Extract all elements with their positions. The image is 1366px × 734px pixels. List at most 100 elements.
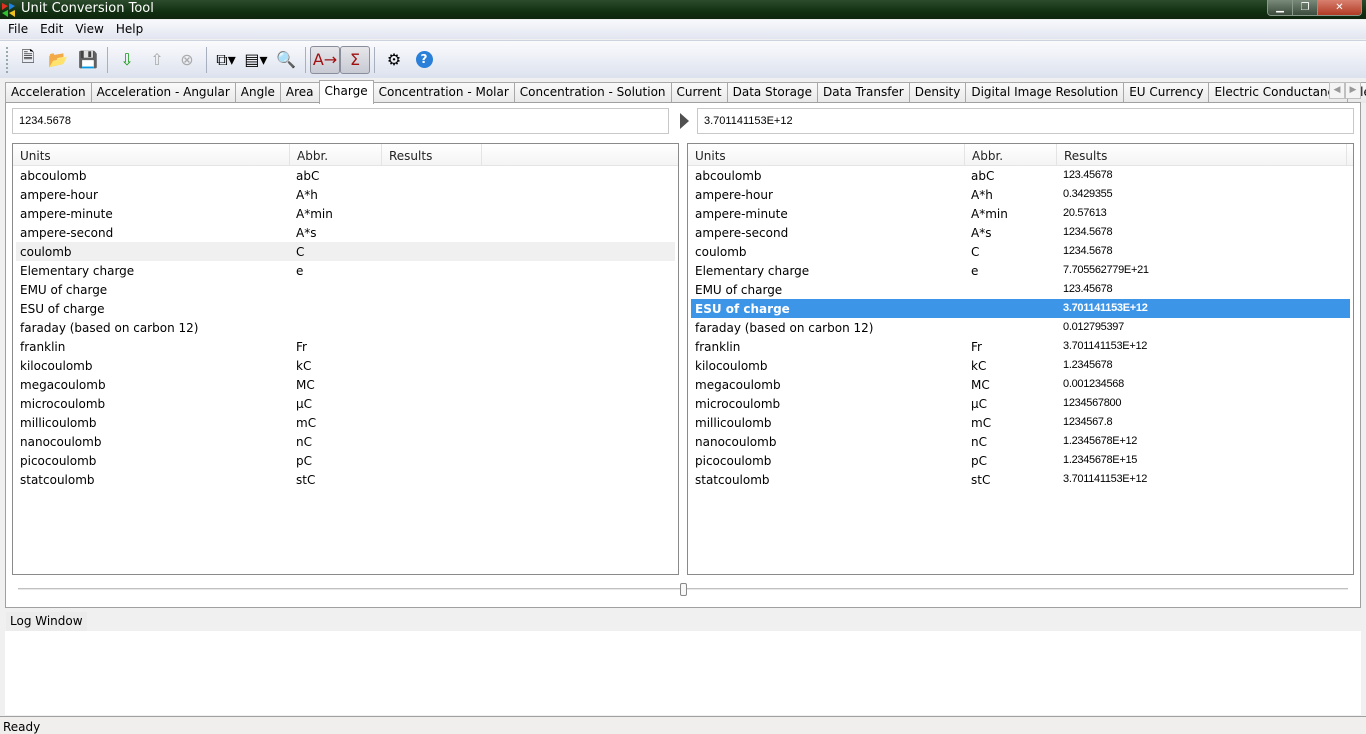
find-button[interactable]: 🔍 (271, 46, 301, 74)
tab-concentration-solution[interactable]: Concentration - Solution (513, 82, 672, 103)
table-row[interactable]: franklin Fr 3.701141153E+12 (691, 337, 1350, 356)
table-row[interactable]: Elementary charge e (16, 261, 675, 280)
abbr-cell (967, 280, 1059, 299)
column-header-abbr[interactable]: Abbr. (965, 144, 1057, 165)
tab-area[interactable]: Area (279, 82, 320, 103)
table-row[interactable]: franklin Fr (16, 337, 675, 356)
table-row[interactable]: microcoulomb µC 1234567800 (691, 394, 1350, 413)
table-row[interactable]: statcoulomb stC 3.701141153E+12 (691, 470, 1350, 489)
tab-acceleration-angular[interactable]: Acceleration - Angular (90, 82, 236, 103)
output-value-field[interactable] (697, 108, 1354, 134)
table-row[interactable]: millicoulomb mC 1234567.8 (691, 413, 1350, 432)
open-folder-button[interactable]: 📂 (43, 46, 73, 74)
unit-cell: microcoulomb (20, 397, 106, 411)
unit-cell: ESU of charge (695, 302, 790, 316)
tab-angle[interactable]: Angle (234, 82, 281, 103)
save-button[interactable]: 💾 (73, 46, 103, 74)
table-row[interactable]: picocoulomb pC (16, 451, 675, 470)
table-row[interactable]: ampere-hour A*h 0.3429355 (691, 185, 1350, 204)
minimize-button[interactable]: ▁ (1268, 0, 1293, 15)
menu-view[interactable]: View (69, 20, 109, 39)
sigma-button[interactable]: Σ (340, 45, 370, 74)
tab-eu-currency[interactable]: EU Currency (1123, 82, 1210, 103)
table-row[interactable]: faraday (based on carbon 12) 0.012795397 (691, 318, 1350, 337)
column-header-abbr[interactable]: Abbr. (290, 144, 382, 165)
result-cell (384, 299, 674, 318)
table-row[interactable]: abcoulomb abC 123.45678 (691, 166, 1350, 185)
tab-electric-conductance[interactable]: Electric Conductance (1208, 82, 1348, 103)
abbr-cell: A*h (296, 188, 318, 202)
column-header-results[interactable]: Results (1057, 144, 1347, 165)
splitter-handle[interactable] (680, 583, 687, 596)
table-row[interactable]: ampere-minute A*min 20.57613 (691, 204, 1350, 223)
table-row[interactable]: faraday (based on carbon 12) (16, 318, 675, 337)
table-row[interactable]: megacoulomb MC 0.001234568 (691, 375, 1350, 394)
column-header-units[interactable]: Units (688, 144, 965, 165)
menu-edit[interactable]: Edit (34, 20, 69, 39)
table-row[interactable]: millicoulomb mC (16, 413, 675, 432)
table-row[interactable]: nanocoulomb nC 1.2345678E+12 (691, 432, 1350, 451)
table-row[interactable]: abcoulomb abC (16, 166, 675, 185)
table-row[interactable]: nanocoulomb nC (16, 432, 675, 451)
log-window-tab[interactable]: Log Window (6, 612, 87, 631)
print-dropdown-button[interactable]: ▤▾ (241, 46, 271, 74)
table-row[interactable]: kilocoulomb kC 1.2345678 (691, 356, 1350, 375)
result-cell: 0.3429355 (1063, 188, 1113, 200)
new-document-button[interactable]: 🗎 (13, 46, 43, 74)
column-header-units[interactable]: Units (13, 144, 290, 165)
table-row[interactable]: ampere-minute A*min (16, 204, 675, 223)
format-text-button[interactable]: A→ (310, 45, 340, 74)
table-row[interactable]: megacoulomb MC (16, 375, 675, 394)
table-row[interactable]: ampere-second A*s 1234.5678 (691, 223, 1350, 242)
table-row[interactable]: ampere-hour A*h (16, 185, 675, 204)
table-row[interactable]: picocoulomb pC 1.2345678E+15 (691, 451, 1350, 470)
table-row[interactable]: microcoulomb µC (16, 394, 675, 413)
settings-button[interactable]: ⚙ (379, 46, 409, 74)
table-row[interactable]: EMU of charge 123.45678 (691, 280, 1350, 299)
unit-cell: ampere-hour (20, 188, 98, 202)
tab-acceleration[interactable]: Acceleration (5, 82, 92, 103)
table-row[interactable]: coulomb C 1234.5678 (691, 242, 1350, 261)
table-row[interactable]: kilocoulomb kC (16, 356, 675, 375)
source-units-grid: Units Abbr. Results abcoulomb abC ampere-h… (12, 143, 679, 575)
unit-cell: franklin (695, 340, 741, 354)
menu-file[interactable]: File (2, 20, 34, 39)
tab-data-transfer[interactable]: Data Transfer (817, 82, 910, 103)
convert-arrow-icon[interactable] (680, 113, 689, 129)
tab-current[interactable]: Current (670, 82, 728, 103)
tab-data-storage[interactable]: Data Storage (726, 82, 819, 103)
abbr-cell: e (971, 264, 979, 278)
delete-button[interactable]: ⊗ (172, 46, 202, 74)
tab-charge[interactable]: Charge (318, 80, 374, 104)
help-button[interactable]: ? (409, 46, 439, 74)
tab-density[interactable]: Density (908, 82, 967, 103)
app-icon (2, 3, 15, 17)
table-row[interactable]: ampere-second A*s (16, 223, 675, 242)
result-cell (384, 223, 674, 242)
unit-cell: megacoulomb (695, 378, 781, 392)
table-row[interactable]: EMU of charge (16, 280, 675, 299)
input-value-field[interactable] (12, 108, 669, 134)
column-header-results[interactable]: Results (382, 144, 482, 165)
table-row[interactable]: coulomb C (16, 242, 675, 261)
close-button[interactable]: ✕ (1318, 0, 1361, 15)
table-row[interactable]: ESU of charge (16, 299, 675, 318)
tab-scroll-right-icon[interactable]: ▶ (1345, 82, 1361, 99)
window-controls: ▁ ❐ ✕ (1267, 0, 1362, 16)
table-row[interactable]: Elementary charge e 7.705562779E+21 (691, 261, 1350, 280)
result-cell: 1.2345678E+15 (1063, 454, 1138, 466)
unit-cell: Elementary charge (20, 264, 135, 278)
tab-scroll-left-icon[interactable]: ◀ (1329, 82, 1345, 99)
copy-dropdown-button[interactable]: ⧉▾ (211, 46, 241, 74)
table-row[interactable]: ESU of charge 3.701141153E+12 (691, 299, 1350, 318)
unit-cell: abcoulomb (695, 169, 762, 183)
copy-dropdown-icon: ⧉▾ (216, 49, 236, 69)
tab-concentration-molar[interactable]: Concentration - Molar (372, 82, 515, 103)
tab-digital-image-resolution[interactable]: Digital Image Resolution (965, 82, 1125, 103)
table-row[interactable]: statcoulomb stC (16, 470, 675, 489)
import-button[interactable]: ⇩ (112, 46, 142, 74)
restore-button[interactable]: ❐ (1293, 0, 1318, 15)
toolbar-grip[interactable] (6, 46, 9, 73)
menu-help[interactable]: Help (110, 20, 149, 39)
export-button[interactable]: ⇧ (142, 46, 172, 74)
